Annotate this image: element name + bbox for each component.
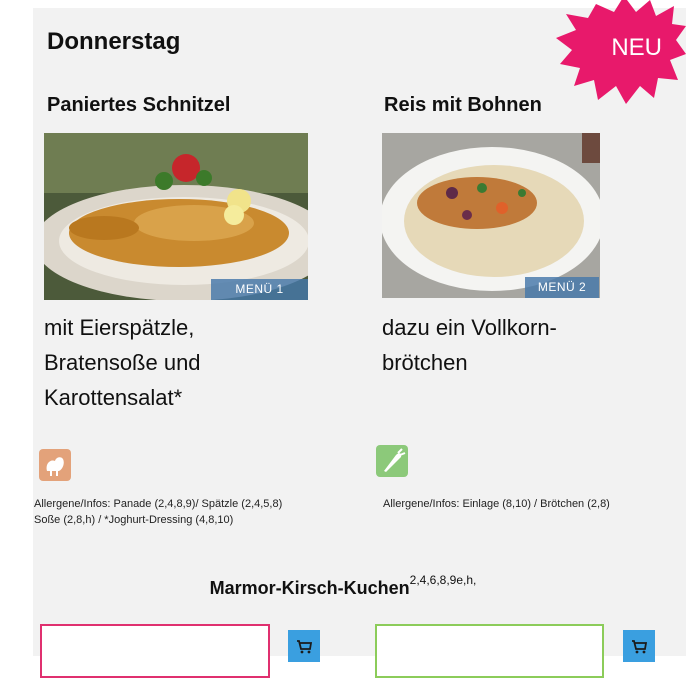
menu1-cart-button[interactable] [288,630,320,662]
menu1-allergens-line1: Allergene/Infos: Panade (2,4,8,9)/ Spätz… [34,498,283,510]
new-badge-label: NEU [611,34,662,61]
dessert: Marmor-Kirsch-Kuchen2,4,6,8,9e,h, [0,573,686,599]
menu2-tag: MENÜ 2 [525,277,599,298]
vegetable-icon [376,445,408,477]
menu1-description: mit Eierspätzle, Bratensoße und Karotten… [44,315,201,410]
rice-beans-image [382,133,600,298]
menu1-quantity-input[interactable] [40,624,270,678]
menu2-allergens: Allergene/Infos: Einlage (8,10) / Brötch… [383,496,686,512]
cart-icon [632,640,648,654]
dessert-name: Marmor-Kirsch-Kuchen [209,578,410,598]
menu1-title: Paniertes Schnitzel [47,94,231,116]
menu2-description: dazu ein Vollkorn-brötchen [382,315,557,375]
menu2-quantity-input[interactable] [375,624,604,678]
menu1-tag: MENÜ 1 [211,279,308,300]
day-title: Donnerstag [47,28,181,55]
menu2-cart-button[interactable] [623,630,655,662]
menu1-allergens: Allergene/Infos: Panade (2,4,8,9)/ Spätz… [34,496,374,528]
menu1-allergens-line2: Soße (2,8,h) / *Joghurt-Dressing (4,8,10… [34,514,234,526]
dessert-allergens: 2,4,6,8,9e,h, [409,573,477,587]
menu2-allergens-line1: Allergene/Infos: Einlage (8,10) / Brötch… [383,498,610,510]
schnitzel-image [44,133,308,300]
menu2-photo[interactable]: MENÜ 2 [382,133,600,298]
new-badge: NEU [554,0,686,104]
chicken-icon [39,449,71,481]
menu2-title: Reis mit Bohnen [384,94,542,116]
menu1-photo[interactable]: MENÜ 1 [44,133,308,300]
cart-icon [297,640,313,654]
